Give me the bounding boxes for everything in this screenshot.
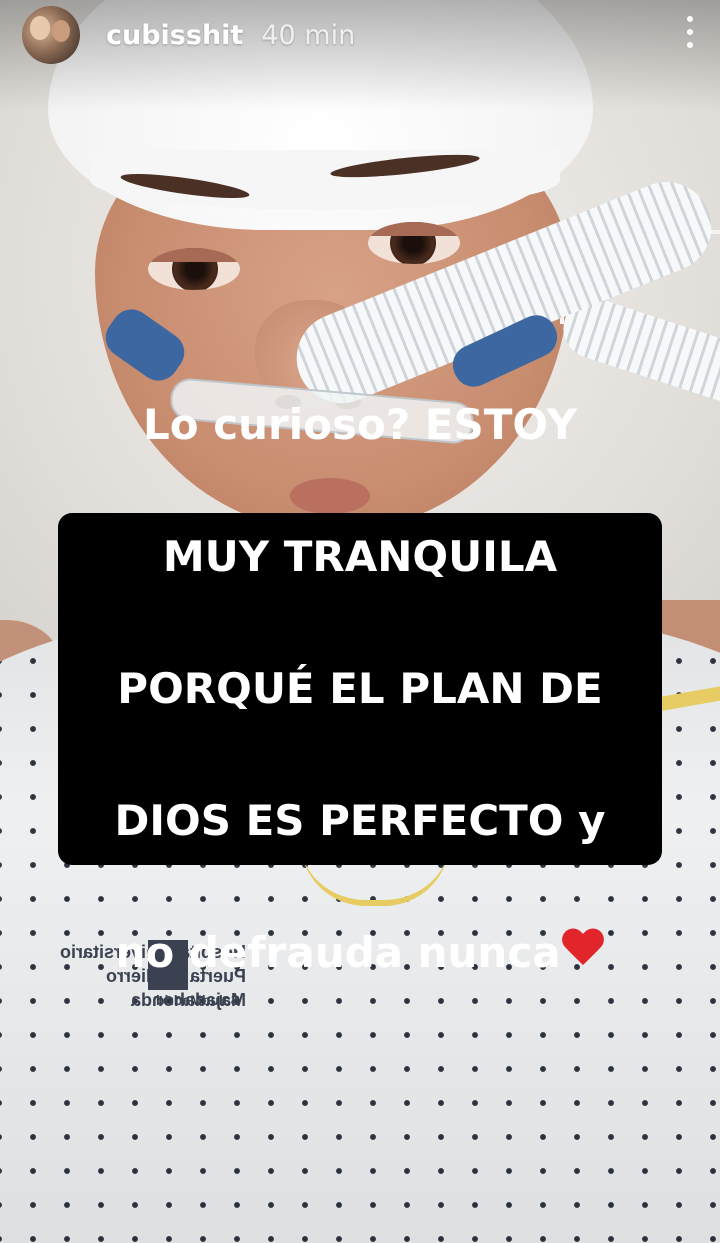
eye-right — [368, 222, 460, 264]
caption-line-3: PORQUÉ EL PLAN DE — [117, 664, 603, 713]
story-header: cubisshit 40 min — [22, 5, 702, 65]
avatar[interactable] — [22, 6, 80, 64]
more-vertical-icon[interactable] — [680, 12, 700, 52]
caption-line-5-wrap: no defrauda nunca — [115, 920, 606, 986]
caption-line-5: no defrauda nunca — [115, 928, 561, 977]
caption-text: Lo curioso? ESTOY MUY TRANQUILA PORQUÉ E… — [115, 326, 606, 1052]
story-timestamp: 40 min — [261, 19, 356, 51]
username[interactable]: cubisshit — [106, 20, 243, 51]
caption-line-4: DIOS ES PERFECTO y — [114, 796, 606, 845]
red-heart-icon — [561, 927, 605, 971]
caption-line-1: Lo curioso? ESTOY — [142, 400, 578, 449]
caption-line-2: MUY TRANQUILA — [162, 532, 558, 581]
story-caption: Lo curioso? ESTOY MUY TRANQUILA PORQUÉ E… — [58, 400, 662, 977]
eye-left — [148, 248, 240, 290]
